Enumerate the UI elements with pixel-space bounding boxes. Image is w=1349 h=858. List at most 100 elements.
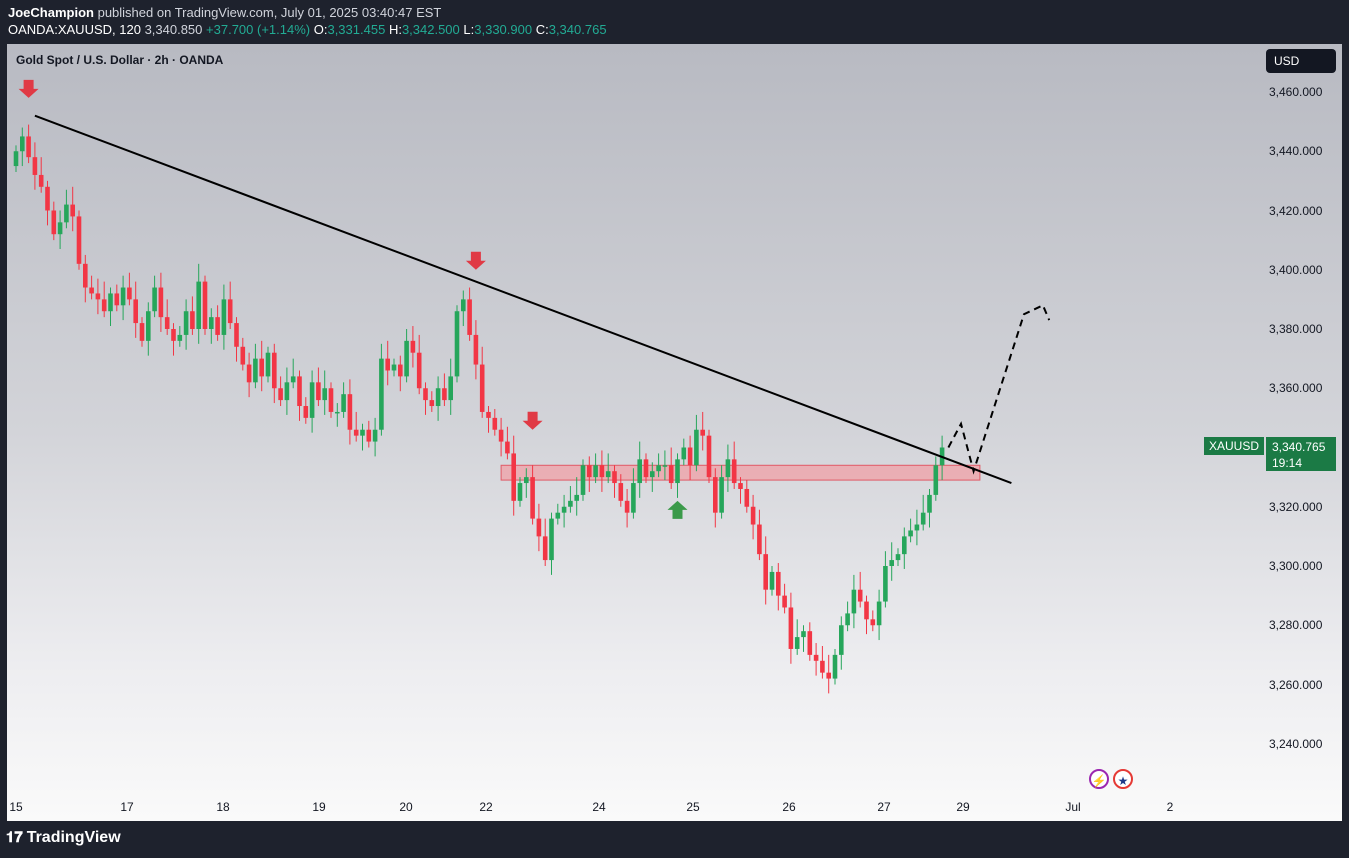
candle-body (246, 364, 252, 383)
candle-body (76, 216, 82, 264)
candle-body (763, 554, 768, 590)
candle-body (177, 334, 183, 341)
candle-body (549, 518, 554, 561)
candle-body (839, 625, 844, 655)
time-tick-label: 15 (9, 800, 23, 814)
us-flag-icon[interactable]: ★ (1113, 769, 1133, 789)
chart-title: Gold Spot / U.S. Dollar · 2h · OANDA (16, 53, 224, 67)
candle-body (895, 554, 901, 561)
candle-body (599, 465, 605, 478)
candle-body (498, 429, 504, 442)
close-value: 3,340.765 (548, 22, 607, 37)
last-price: 3,340.850 (144, 22, 203, 37)
candle-body (398, 364, 403, 377)
tradingview-logo[interactable]: 𝟏𝟕 TradingView (6, 829, 121, 847)
candle-body (272, 352, 277, 389)
time-tick-label: 29 (956, 800, 970, 814)
currency-button[interactable]: USD (1266, 49, 1336, 73)
candle-body (171, 329, 176, 341)
candle-body (731, 459, 737, 484)
candle-body (826, 672, 831, 679)
candle-body (146, 311, 151, 341)
close-label: C: (535, 22, 549, 37)
last-price-tag: 3,340.765 19:14 (1266, 437, 1336, 471)
candle-body (706, 435, 712, 478)
candle-body (64, 204, 69, 223)
candle-body (555, 512, 561, 519)
price-tick-label: 3,260.000 (1269, 677, 1323, 692)
candle-body (876, 601, 882, 626)
candle-body (152, 287, 157, 312)
last-price-tag-value: 3,340.765 (1272, 440, 1326, 454)
candle-body (240, 346, 246, 365)
candle-body (158, 287, 164, 318)
time-tick-label: 24 (592, 800, 606, 814)
candle-body (83, 263, 88, 288)
red-down-arrow-marker (18, 79, 39, 98)
candle-body (139, 323, 145, 341)
candle-body (127, 287, 132, 300)
price-tick-label: 3,320.000 (1269, 499, 1323, 514)
time-tick-label: Jul (1065, 800, 1081, 814)
candle-body (416, 352, 422, 389)
candle-body (687, 447, 693, 466)
descending-trendline (34, 114, 1012, 484)
candle-body (486, 411, 491, 418)
price-chart[interactable]: Gold Spot / U.S. Dollar · 2h · OANDA USD… (7, 44, 1342, 821)
candle-body (593, 465, 598, 478)
candle-body (870, 619, 876, 626)
published-text: published on TradingView.com, July 01, 2… (97, 5, 442, 20)
lightning-bolt-icon[interactable]: ⚡ (1089, 769, 1109, 789)
candle-body (120, 287, 126, 306)
candle-body (133, 299, 138, 324)
time-tick-label: 27 (877, 800, 891, 814)
candle-body (517, 483, 523, 501)
price-tick-label: 3,460.000 (1269, 85, 1323, 99)
tv-logo-icon: 𝟏𝟕 (6, 829, 23, 846)
time-tick-label: 20 (399, 800, 413, 814)
candle-body (234, 323, 239, 347)
candle-body (322, 388, 327, 401)
candle-body (542, 536, 548, 561)
candle-body (101, 299, 107, 312)
author-name[interactable]: JoeChampion (8, 5, 94, 20)
symbol-label: OANDA:XAUUSD, 120 (8, 22, 141, 37)
candle-body (448, 376, 453, 401)
candle-body (700, 429, 705, 436)
candle-body (454, 311, 460, 377)
candle-body (857, 589, 863, 602)
candle-body (442, 388, 447, 401)
candle-body (379, 358, 384, 430)
candle-body (530, 477, 535, 519)
price-tick-label: 3,380.000 (1269, 322, 1323, 336)
candle-body (108, 293, 113, 312)
high-value: 3,342.500 (401, 22, 460, 37)
candlestick-plot[interactable] (7, 44, 1342, 821)
candle-body (788, 607, 794, 649)
candle-body (612, 471, 617, 484)
candle-body (209, 317, 214, 329)
candle-body (410, 340, 416, 353)
candle-body (713, 477, 718, 513)
time-tick-label: 25 (686, 800, 700, 814)
price-tick-label: 3,300.000 (1269, 559, 1323, 573)
candle-body (341, 394, 346, 412)
candle-body (202, 281, 208, 329)
candle-body (265, 352, 271, 377)
candle-body (492, 417, 498, 430)
candle-body (681, 447, 687, 460)
candle-body (574, 494, 579, 501)
time-tick-label: 26 (782, 800, 796, 814)
candle-body (335, 411, 340, 414)
candle-body (290, 376, 296, 383)
candle-body (360, 429, 365, 436)
candle-body (95, 293, 101, 300)
price-tick-label: 3,400.000 (1269, 262, 1323, 277)
candle-body (467, 299, 472, 335)
candle-body (845, 613, 850, 626)
candle-body (694, 429, 699, 466)
candle-body (914, 524, 920, 531)
candle-body (750, 506, 756, 525)
price-tick-label: 3,240.000 (1269, 736, 1323, 751)
candle-body (259, 358, 264, 377)
